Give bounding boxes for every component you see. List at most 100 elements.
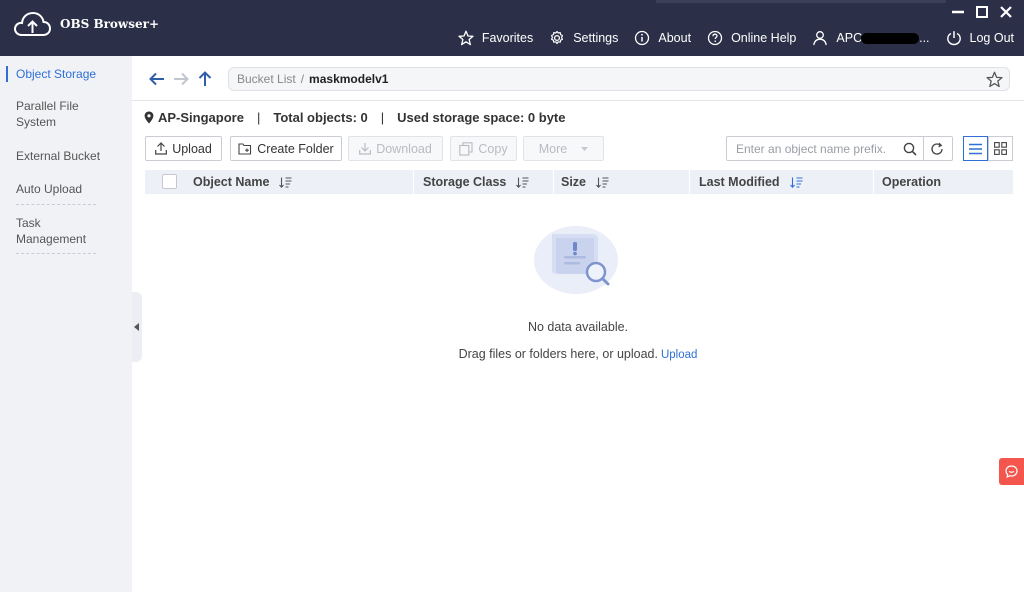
- grid-view-button[interactable]: [988, 136, 1013, 161]
- title-bar: OBS Browser+ Favorites Settings About On…: [0, 0, 1024, 56]
- main-panel: Bucket List / maskmodelv1 AP-Singapore |…: [132, 56, 1024, 592]
- sort-icon[interactable]: [596, 176, 609, 188]
- column-header-storage-class[interactable]: Storage Class: [423, 175, 529, 189]
- table-header: Object Name Storage Class Size Last Modi…: [145, 170, 1013, 194]
- copy-button[interactable]: Copy: [450, 136, 517, 161]
- column-divider: [873, 170, 874, 194]
- arrow-left-icon: [149, 72, 164, 86]
- column-label: Operation: [882, 175, 942, 189]
- column-divider: [413, 170, 414, 194]
- caret-down-icon: [581, 146, 589, 151]
- settings-label: Settings: [573, 31, 619, 45]
- breadcrumb-bucket-list[interactable]: Bucket List: [237, 72, 296, 86]
- object-search-input[interactable]: [727, 141, 897, 156]
- forward-button[interactable]: [172, 70, 190, 88]
- navigation-row: Bucket List / maskmodelv1: [132, 56, 1024, 101]
- info-icon: [635, 30, 650, 46]
- sidebar-item-auto-upload[interactable]: Auto Upload: [0, 181, 82, 197]
- create-folder-button[interactable]: Create Folder: [230, 136, 342, 161]
- minimize-icon: [952, 10, 964, 14]
- breadcrumb-separator: /: [300, 72, 305, 86]
- breadcrumb-current: maskmodelv1: [309, 72, 389, 86]
- drag-hint-text: Drag files or folders here, or upload.: [458, 347, 658, 361]
- column-header-last-modified[interactable]: Last Modified: [699, 175, 803, 189]
- sidebar-item-task-management[interactable]: Task Management: [0, 215, 86, 247]
- sidebar-divider: [16, 204, 96, 205]
- refresh-button[interactable]: [924, 137, 950, 160]
- sidebar-item-object-storage[interactable]: Object Storage: [0, 66, 96, 82]
- info-divider: |: [256, 110, 261, 125]
- upload-button[interactable]: Upload: [145, 136, 222, 161]
- sidebar-divider: [16, 253, 96, 254]
- add-favorite-button[interactable]: [986, 71, 1003, 91]
- logout-label: Log Out: [969, 31, 1014, 45]
- column-label: Last Modified: [699, 175, 780, 189]
- sidebar-item-label: Auto Upload: [16, 182, 83, 196]
- more-label: More: [538, 141, 568, 156]
- logout-link[interactable]: Log Out: [946, 30, 1014, 46]
- favorites-label: Favorites: [481, 31, 534, 45]
- select-all-checkbox[interactable]: [162, 174, 177, 189]
- no-data-message: No data available.: [527, 320, 629, 334]
- title-strip: [656, 0, 946, 3]
- cloud-upload-icon: [14, 11, 52, 36]
- more-dropdown[interactable]: More: [523, 136, 604, 161]
- star-icon: [458, 30, 474, 46]
- search-button[interactable]: [897, 137, 923, 160]
- address-bar[interactable]: Bucket List / maskmodelv1: [228, 67, 1010, 91]
- column-label: Object Name: [193, 175, 270, 189]
- user-icon: [813, 31, 828, 46]
- user-name: APC...: [836, 31, 929, 45]
- sort-icon[interactable]: [279, 176, 292, 188]
- sidebar-item-label: Object Storage: [16, 67, 97, 81]
- search-icon: [903, 142, 917, 156]
- sidebar-item-label: Task Management: [16, 216, 87, 246]
- settings-link[interactable]: Settings: [549, 30, 618, 46]
- about-link[interactable]: About: [634, 30, 691, 46]
- minimize-button[interactable]: [950, 4, 966, 20]
- column-header-size[interactable]: Size: [561, 175, 609, 189]
- download-button[interactable]: Download: [348, 136, 443, 161]
- maximize-button[interactable]: [974, 4, 990, 20]
- upload-link[interactable]: Upload: [661, 349, 697, 361]
- arrow-right-icon: [174, 72, 189, 86]
- sidebar: Object Storage Parallel File System Exte…: [0, 56, 132, 592]
- window-controls: [950, 4, 1014, 20]
- up-button[interactable]: [196, 70, 214, 88]
- sort-icon[interactable]: [516, 176, 529, 188]
- app-title: OBS Browser+: [60, 17, 160, 31]
- feedback-chat-button[interactable]: [999, 458, 1024, 485]
- column-divider: [689, 170, 690, 194]
- back-button[interactable]: [148, 70, 166, 88]
- toolbar: Upload Create Folder Download Copy More: [145, 136, 1013, 162]
- used-storage: Used storage space: 0 byte: [397, 110, 566, 125]
- sidebar-item-label: External Bucket: [16, 149, 101, 163]
- sidebar-item-external-bucket[interactable]: External Bucket: [0, 148, 100, 164]
- close-icon: [1000, 6, 1012, 18]
- column-label: Size: [561, 175, 587, 189]
- list-view-button[interactable]: [963, 136, 988, 161]
- user-name-suffix: ...: [919, 31, 930, 45]
- star-icon: [986, 71, 1003, 88]
- sort-icon[interactable]: [789, 176, 803, 188]
- refresh-icon: [931, 142, 943, 155]
- sidebar-item-label: Parallel File System: [16, 99, 79, 129]
- no-data-illustration: [534, 226, 618, 294]
- upload-label: Upload: [172, 141, 212, 156]
- online-help-link[interactable]: Online Help: [707, 30, 796, 46]
- bucket-info: AP-Singapore | Total objects: 0 | Used s…: [144, 110, 566, 125]
- sidebar-item-parallel-file-system[interactable]: Parallel File System: [0, 98, 90, 130]
- copy-icon: [459, 141, 473, 156]
- arrow-up-icon: [198, 71, 212, 86]
- column-header-object-name[interactable]: Object Name: [193, 175, 292, 189]
- online-help-label: Online Help: [731, 31, 797, 45]
- maximize-icon: [976, 6, 988, 18]
- user-account[interactable]: APC...: [812, 30, 930, 46]
- column-label: Storage Class: [423, 175, 507, 189]
- favorites-link[interactable]: Favorites: [458, 30, 533, 46]
- help-icon: [707, 30, 723, 46]
- total-objects: Total objects: 0: [273, 110, 368, 125]
- close-button[interactable]: [998, 4, 1014, 20]
- info-divider: |: [380, 110, 385, 125]
- region-label: AP-Singapore: [158, 110, 244, 125]
